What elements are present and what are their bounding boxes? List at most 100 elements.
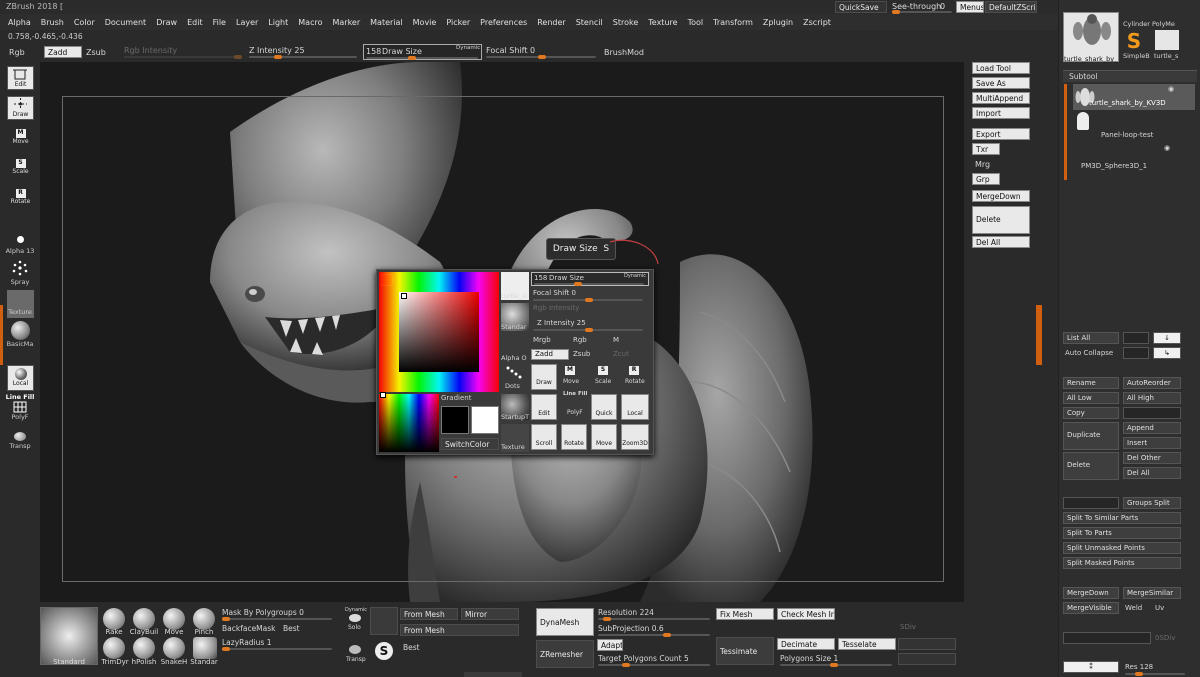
- insert-button[interactable]: Insert: [1123, 437, 1181, 449]
- polyframe-icon[interactable]: [13, 401, 27, 413]
- menu-zscript[interactable]: Zscript: [803, 18, 831, 27]
- menu-color[interactable]: Color: [74, 18, 95, 27]
- best-toggle[interactable]: Best: [283, 624, 300, 633]
- from-mesh-button[interactable]: From Mesh: [400, 608, 458, 620]
- draw-button[interactable]: Draw: [7, 96, 34, 120]
- default-zscript-button[interactable]: DefaultZScript: [985, 1, 1037, 13]
- focal-shift-slider[interactable]: [486, 55, 596, 59]
- delete-subtool-button[interactable]: Delete: [1063, 452, 1119, 480]
- split-masked-points-button[interactable]: Split Masked Points: [1063, 557, 1181, 569]
- popup-dynamic-toggle[interactable]: Dynamic: [624, 273, 646, 279]
- subtool-item[interactable]: Panel-loop-test: [1073, 112, 1195, 142]
- cylinder-tool-label[interactable]: Cylinder PolyMe: [1123, 20, 1175, 28]
- draw-size-dynamic[interactable]: Dynamic: [456, 45, 480, 51]
- popup-polyf-button[interactable]: PolyF: [567, 409, 583, 416]
- tesselate-button[interactable]: Tesselate: [838, 638, 896, 650]
- save-as-button[interactable]: Save As: [972, 77, 1030, 89]
- polygons-size-slider[interactable]: [780, 663, 892, 667]
- popup-draw-size-field[interactable]: 158 Draw Size Dynamic: [531, 272, 649, 286]
- transp-shelf-button[interactable]: Transp: [346, 656, 366, 663]
- popup-z-intensity-slider[interactable]: [533, 328, 643, 332]
- menu-material[interactable]: Material: [370, 18, 403, 27]
- copy-button[interactable]: Copy: [1063, 407, 1119, 419]
- menu-marker[interactable]: Marker: [332, 18, 360, 27]
- menu-brush[interactable]: Brush: [41, 18, 64, 27]
- popup-scale-button[interactable]: Scale: [595, 378, 611, 385]
- popup-local-button[interactable]: Local: [621, 394, 649, 420]
- menu-movie[interactable]: Movie: [413, 18, 437, 27]
- popup-m-toggle[interactable]: M: [613, 336, 619, 344]
- target-polygons-count[interactable]: Target Polygons Count 5: [598, 654, 689, 663]
- mrg-button[interactable]: Mrg: [975, 160, 990, 169]
- z-intensity-label[interactable]: Z Intensity 25: [249, 46, 305, 55]
- popup-quick-button[interactable]: Quick: [591, 394, 617, 420]
- secondary-color-box[interactable]: [471, 406, 499, 434]
- solo-button[interactable]: Solo: [348, 624, 361, 631]
- popup-zadd-toggle[interactable]: Zadd: [531, 349, 569, 360]
- resolution[interactable]: Resolution 224: [598, 608, 654, 617]
- backface-mask-toggle[interactable]: BackfaceMask: [222, 624, 276, 633]
- subprojection[interactable]: SubProjection 0.6: [598, 624, 664, 633]
- saturation-value-square[interactable]: [399, 292, 479, 372]
- right-tray-handle[interactable]: [1036, 305, 1042, 365]
- menus-button[interactable]: Menus: [956, 1, 984, 13]
- menu-light[interactable]: Light: [268, 18, 288, 27]
- lazy-radius[interactable]: LazyRadius 1: [222, 638, 271, 647]
- popup-mrgb-toggle[interactable]: Mrgb: [533, 336, 551, 344]
- gradient-label[interactable]: Gradient: [441, 394, 471, 402]
- solo-icon[interactable]: [349, 614, 361, 622]
- polygons-size[interactable]: Polygons Size 1: [780, 654, 838, 663]
- alpha-icon[interactable]: [17, 236, 24, 243]
- popup-rgb-intensity-slider[interactable]: [533, 314, 643, 316]
- current-tool-thumbnail[interactable]: turtle_shark_by_l: [1063, 12, 1119, 63]
- rake-brush-icon[interactable]: [103, 608, 125, 630]
- resolution-slider[interactable]: [598, 617, 710, 621]
- popup-rgb-toggle[interactable]: Rgb: [573, 336, 587, 344]
- project-icon[interactable]: ⁑: [1063, 661, 1119, 673]
- draw-size-field[interactable]: 158 Draw Size Dynamic: [363, 44, 482, 60]
- subprojection-slider[interactable]: [598, 633, 710, 637]
- menu-texture[interactable]: Texture: [648, 18, 677, 27]
- left-tray-handle[interactable]: [0, 305, 3, 365]
- list-all-button[interactable]: List All: [1063, 332, 1119, 344]
- menu-macro[interactable]: Macro: [298, 18, 322, 27]
- delall-tool-button[interactable]: Del All: [972, 236, 1030, 248]
- popup-edit-button[interactable]: Edit: [531, 394, 557, 420]
- all-low-button[interactable]: All Low: [1063, 392, 1119, 404]
- split-unmasked-points-button[interactable]: Split Unmasked Points: [1063, 542, 1181, 554]
- rename-button[interactable]: Rename: [1063, 377, 1119, 389]
- arrow-down-right-icon[interactable]: ↳: [1153, 347, 1181, 359]
- scale-button[interactable]: S Scale: [7, 156, 34, 180]
- subtool-eye-icon[interactable]: ◉: [1164, 144, 1170, 152]
- rgb-toggle[interactable]: Rgb: [9, 48, 25, 57]
- menu-edit[interactable]: Edit: [187, 18, 203, 27]
- simplebrush-icon[interactable]: S: [1125, 31, 1143, 51]
- arrow-down-icon[interactable]: ↓: [1153, 332, 1181, 344]
- check-mesh-button[interactable]: Check Mesh Int: [777, 608, 835, 620]
- quicksave-button[interactable]: QuickSave: [835, 1, 887, 13]
- merge-visible-button[interactable]: MergeVisible: [1063, 602, 1119, 614]
- all-high-button[interactable]: All High: [1123, 392, 1181, 404]
- merge-down-button[interactable]: MergeDown: [1063, 587, 1119, 599]
- append-button[interactable]: Append: [1123, 422, 1181, 434]
- transp-shelf-icon[interactable]: [349, 645, 361, 654]
- menu-picker[interactable]: Picker: [446, 18, 470, 27]
- local-button[interactable]: Local: [7, 365, 34, 391]
- popup-rotate-button[interactable]: Rotate: [625, 378, 645, 385]
- mirror-button[interactable]: Mirror: [461, 608, 519, 620]
- import-button[interactable]: Import: [972, 107, 1030, 119]
- auto-collapse-toggle[interactable]: Auto Collapse: [1065, 349, 1113, 357]
- adapt-toggle[interactable]: Adapt: [597, 639, 623, 651]
- spectrum-handle[interactable]: [380, 392, 386, 398]
- fix-mesh-button[interactable]: Fix Mesh: [716, 608, 774, 620]
- menu-draw[interactable]: Draw: [156, 18, 177, 27]
- merge-similar-button[interactable]: MergeSimilar: [1123, 587, 1181, 599]
- spray-icon[interactable]: [11, 260, 29, 276]
- target-polygons-slider[interactable]: [598, 663, 710, 667]
- from-mesh-wide-button[interactable]: From Mesh: [400, 624, 519, 636]
- transp-icon[interactable]: [14, 432, 26, 441]
- res-slider[interactable]: [1125, 672, 1185, 676]
- popup-zoom3d-button[interactable]: Zoom3D: [621, 424, 649, 450]
- polyframe-shelf-button[interactable]: [370, 607, 398, 635]
- popup-zsub-toggle[interactable]: Zsub: [573, 350, 590, 358]
